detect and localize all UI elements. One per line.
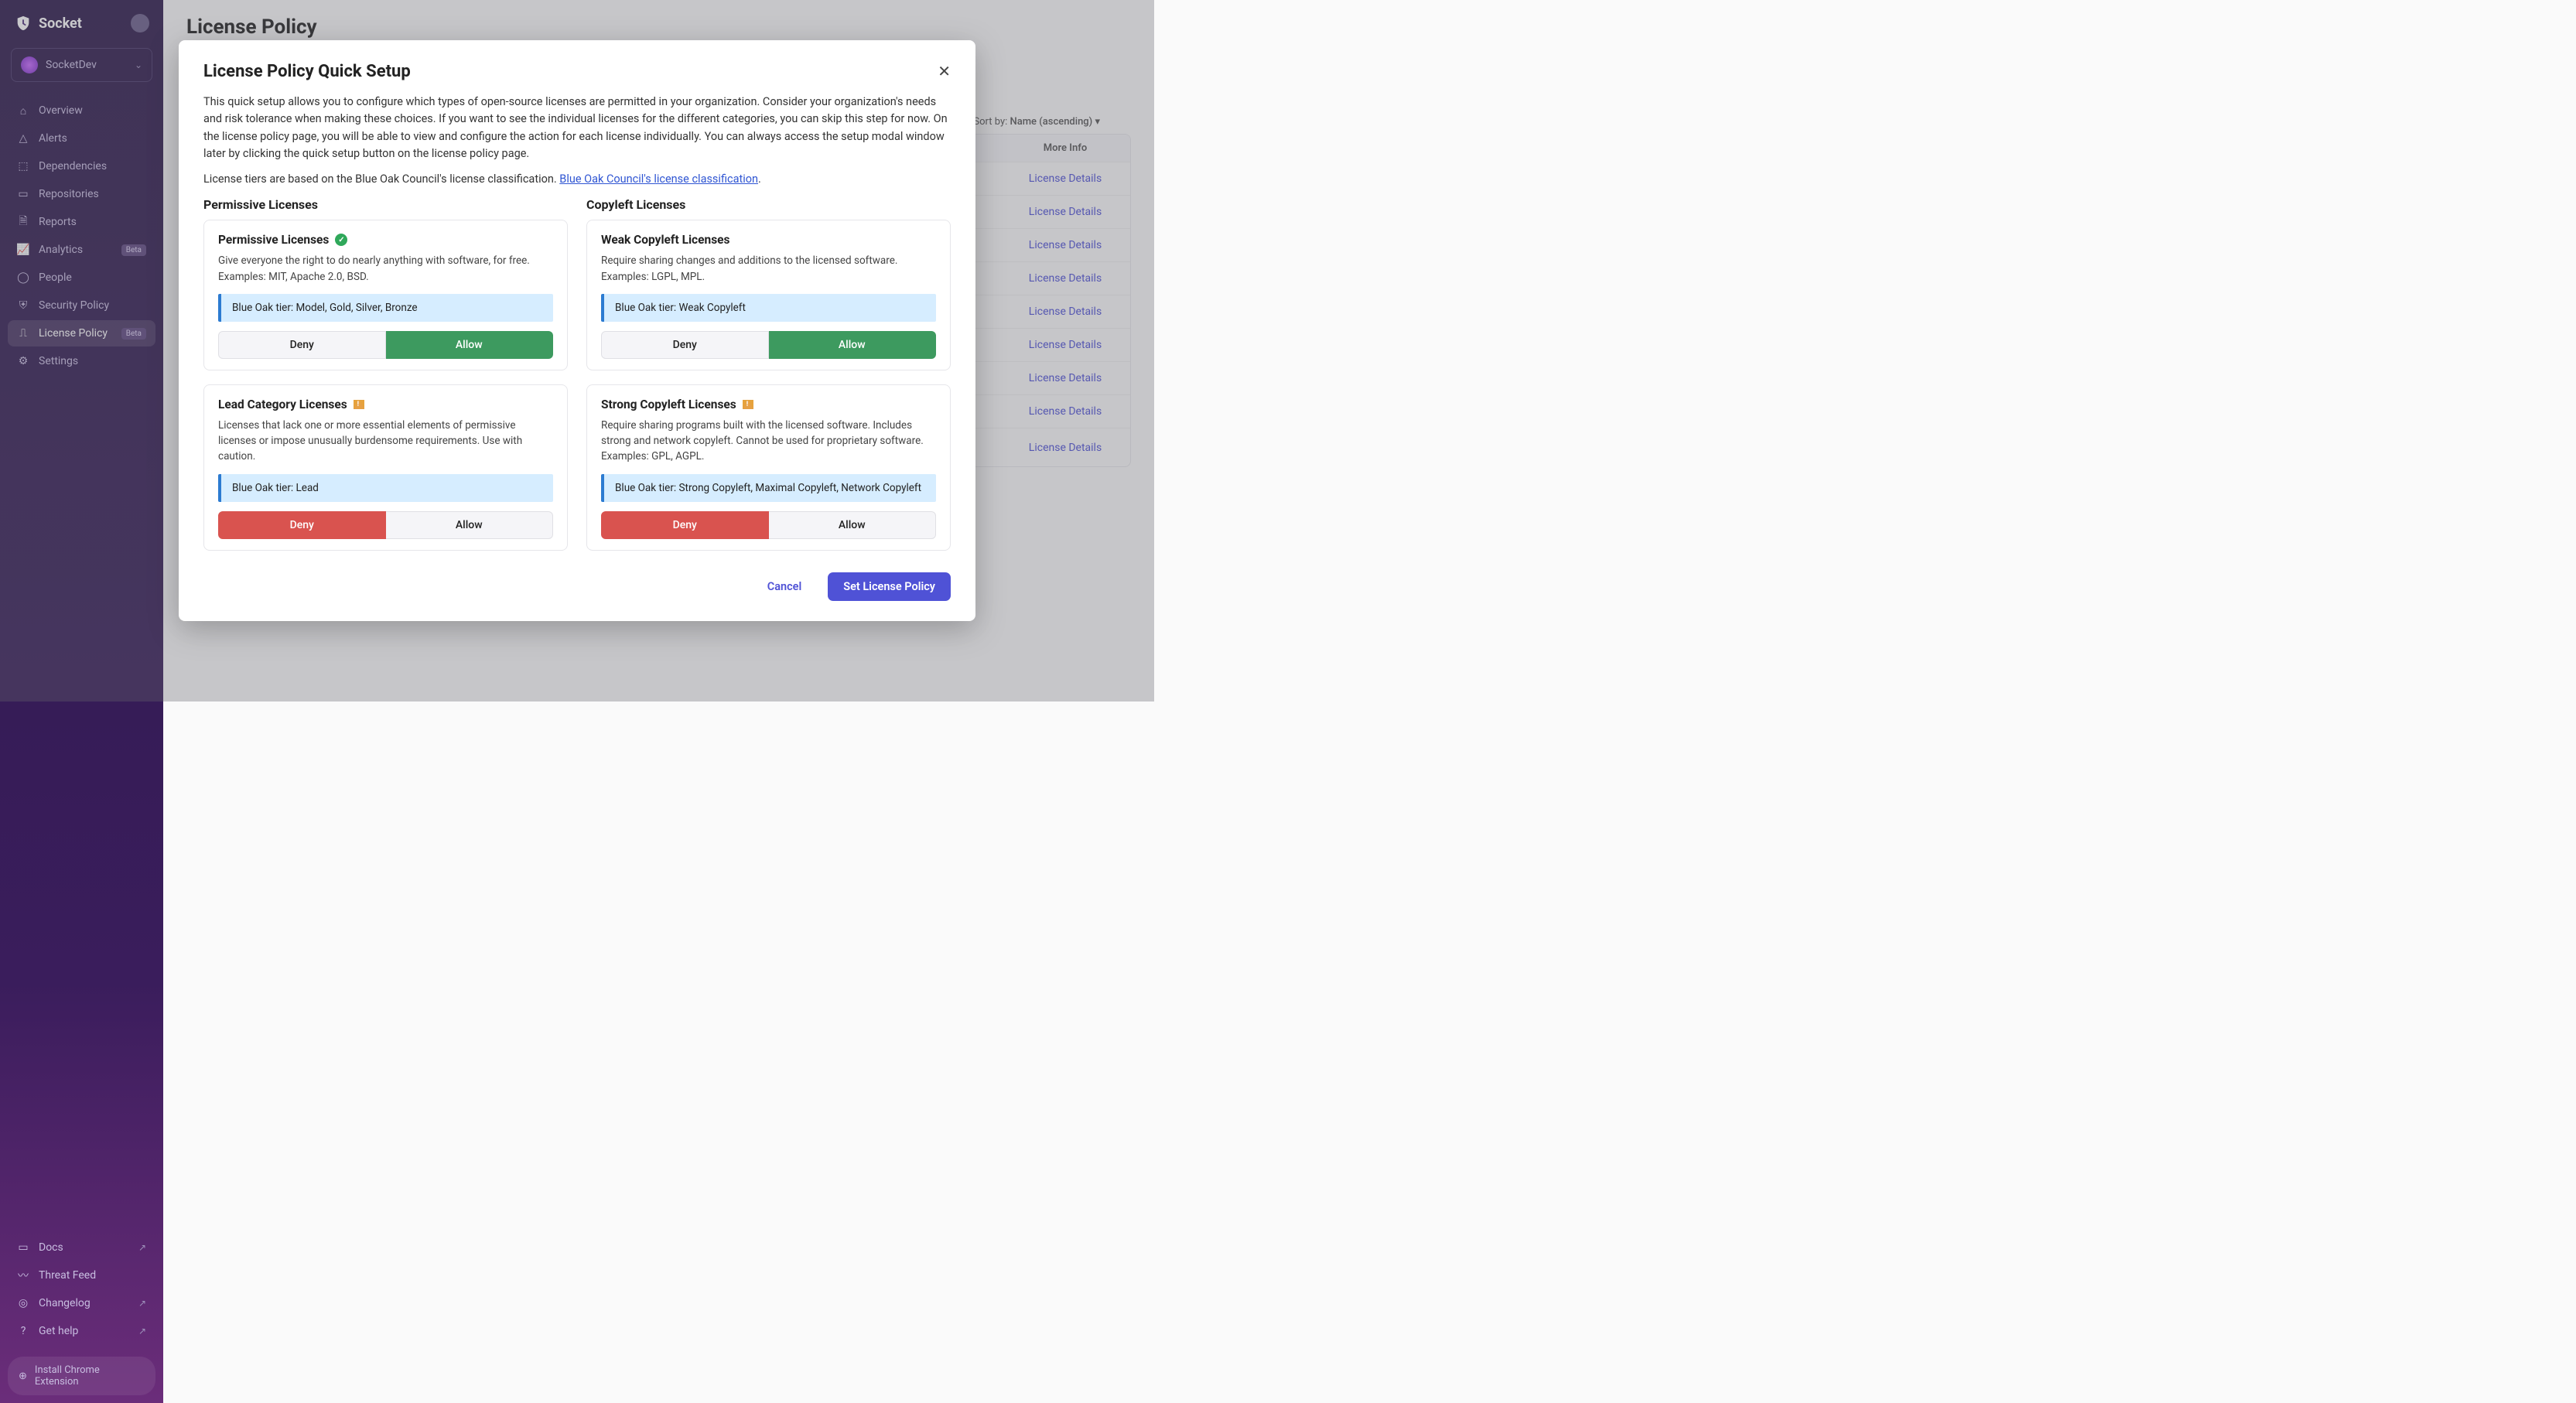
lead-card-desc: Licenses that lack one or more essential…: [218, 418, 553, 465]
sidebar-item-label: Docs: [39, 1241, 129, 1254]
weak-allow-button[interactable]: Allow: [769, 331, 937, 359]
weak-copyleft-card: Weak Copyleft Licenses Require sharing c…: [586, 220, 951, 370]
copyleft-heading: Copyleft Licenses: [586, 197, 951, 212]
sidebar-item-changelog[interactable]: ◎ Changelog ↗: [8, 1290, 155, 1316]
modal-overlay: License Policy Quick Setup ✕ This quick …: [0, 0, 1154, 702]
sidebar-item-get-help[interactable]: ? Get help ↗: [8, 1318, 155, 1344]
strong-card-desc: Require sharing programs built with the …: [601, 418, 936, 465]
lead-tier: Blue Oak tier: Lead: [218, 474, 553, 502]
lead-deny-button[interactable]: Deny: [218, 511, 386, 539]
sidebar-item-docs[interactable]: ▭ Docs ↗: [8, 1234, 155, 1261]
modal-intro: This quick setup allows you to configure…: [203, 94, 951, 163]
cancel-button[interactable]: Cancel: [752, 572, 818, 601]
help-icon: ?: [17, 1325, 29, 1337]
permissive-card-title: Permissive Licenses: [218, 233, 329, 247]
warning-triangle-icon: [743, 400, 753, 409]
sidebar-item-label: Changelog: [39, 1297, 129, 1309]
lead-card-title: Lead Category Licenses: [218, 398, 347, 411]
strong-tier: Blue Oak tier: Strong Copyleft, Maximal …: [601, 474, 936, 502]
external-link-icon: ↗: [138, 1326, 146, 1336]
secondary-nav: ▭ Docs ↗ 〰 Threat Feed ◎ Changelog ↗? Get help ↗: [0, 1224, 163, 1349]
close-icon[interactable]: ✕: [938, 62, 951, 80]
lead-card: Lead Category Licenses Licenses that lac…: [203, 384, 568, 551]
copyleft-column: Copyleft Licenses Weak Copyleft Licenses…: [586, 197, 951, 564]
permissive-heading: Permissive Licenses: [203, 197, 568, 212]
changelog-icon: ◎: [17, 1297, 29, 1309]
strong-deny-button[interactable]: Deny: [601, 511, 769, 539]
external-link-icon: ↗: [138, 1298, 146, 1309]
check-circle-icon: ✓: [335, 234, 347, 246]
install-extension-button[interactable]: ⊕ Install Chrome Extension: [8, 1357, 155, 1395]
permissive-allow-button[interactable]: Allow: [386, 331, 554, 359]
permissive-card-desc: Give everyone the right to do nearly any…: [218, 253, 553, 285]
strong-card-title: Strong Copyleft Licenses: [601, 398, 736, 411]
set-license-policy-button[interactable]: Set License Policy: [828, 572, 951, 601]
weak-card-title: Weak Copyleft Licenses: [601, 233, 730, 247]
sidebar-item-label: Threat Feed: [39, 1269, 146, 1282]
quick-setup-modal: License Policy Quick Setup ✕ This quick …: [179, 40, 975, 621]
lead-allow-button[interactable]: Allow: [386, 511, 554, 539]
permissive-deny-button[interactable]: Deny: [218, 331, 386, 359]
permissive-column: Permissive Licenses Permissive Licenses …: [203, 197, 568, 564]
strong-copyleft-card: Strong Copyleft Licenses Require sharing…: [586, 384, 951, 551]
weak-card-desc: Require sharing changes and additions to…: [601, 253, 936, 285]
docs-icon: ▭: [17, 1241, 29, 1254]
weak-deny-button[interactable]: Deny: [601, 331, 769, 359]
warning-triangle-icon: [354, 400, 364, 409]
threat-feed-icon: 〰: [17, 1269, 29, 1282]
weak-tier: Blue Oak tier: Weak Copyleft: [601, 294, 936, 322]
sidebar-item-label: Get help: [39, 1325, 129, 1337]
blue-oak-link[interactable]: Blue Oak Council's license classificatio…: [559, 172, 758, 186]
permissive-tier: Blue Oak tier: Model, Gold, Silver, Bron…: [218, 294, 553, 322]
strong-allow-button[interactable]: Allow: [769, 511, 937, 539]
modal-tiers-note: License tiers are based on the Blue Oak …: [203, 171, 951, 188]
modal-title: License Policy Quick Setup: [203, 62, 411, 81]
sidebar-item-threat-feed[interactable]: 〰 Threat Feed: [8, 1262, 155, 1289]
permissive-card: Permissive Licenses ✓ Give everyone the …: [203, 220, 568, 370]
download-icon: ⊕: [19, 1371, 27, 1382]
install-label: Install Chrome Extension: [35, 1364, 145, 1388]
external-link-icon: ↗: [138, 1242, 146, 1253]
